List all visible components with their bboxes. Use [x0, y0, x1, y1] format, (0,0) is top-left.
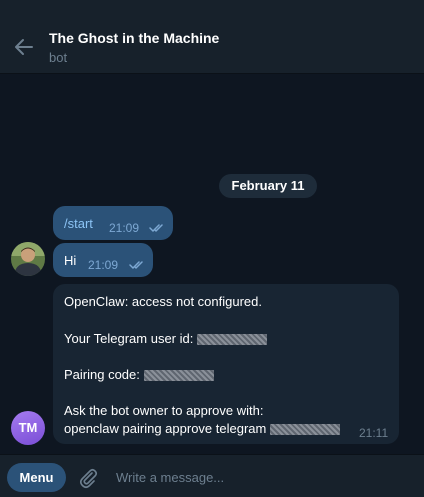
- message-bubble-outgoing[interactable]: Hi 21:09: [53, 243, 153, 277]
- message-input[interactable]: [112, 465, 410, 489]
- user-avatar[interactable]: [11, 242, 45, 276]
- message-text: /start: [64, 216, 93, 231]
- message-time: 21:09: [109, 221, 140, 235]
- redacted-code: [269, 424, 340, 435]
- telegram-chat-window: The Ghost in the Machine bot February 11…: [0, 0, 424, 497]
- message-bubble-incoming[interactable]: OpenClaw: access not configured. Your Te…: [53, 284, 399, 444]
- chat-subtitle: bot: [49, 50, 68, 65]
- arrow-left-icon[interactable]: [13, 36, 35, 58]
- message-line: Ask the bot owner to approve with:: [64, 403, 264, 418]
- avatar-photo-icon: [11, 242, 45, 276]
- chat-title[interactable]: The Ghost in the Machine: [49, 30, 219, 46]
- message-line: Your Telegram user id:: [64, 331, 267, 346]
- message-text: Hi: [64, 253, 77, 268]
- message-time: 21:11: [359, 426, 389, 440]
- window-top-strip: [0, 0, 424, 20]
- bot-avatar[interactable]: TM: [11, 411, 45, 445]
- date-separator: February 11: [219, 174, 317, 198]
- message-time: 21:09: [88, 258, 119, 272]
- message-line: openclaw pairing approve telegram: [64, 421, 340, 436]
- redacted-pairing-code: [143, 370, 214, 381]
- menu-button[interactable]: Menu: [7, 463, 66, 492]
- paperclip-icon[interactable]: [77, 467, 99, 489]
- redacted-user-id: [196, 334, 267, 345]
- message-bubble-outgoing[interactable]: /start 21:09: [53, 206, 173, 240]
- message-area[interactable]: February 11 /start 21:09 Hi 21:09 OpenCl…: [0, 74, 424, 454]
- message-line: Pairing code:: [64, 367, 214, 382]
- double-check-icon: [129, 261, 143, 270]
- message-line: OpenClaw: access not configured.: [64, 294, 262, 309]
- double-check-icon: [149, 224, 163, 233]
- chat-header: The Ghost in the Machine bot: [0, 20, 424, 74]
- message-composer: Menu: [0, 454, 424, 497]
